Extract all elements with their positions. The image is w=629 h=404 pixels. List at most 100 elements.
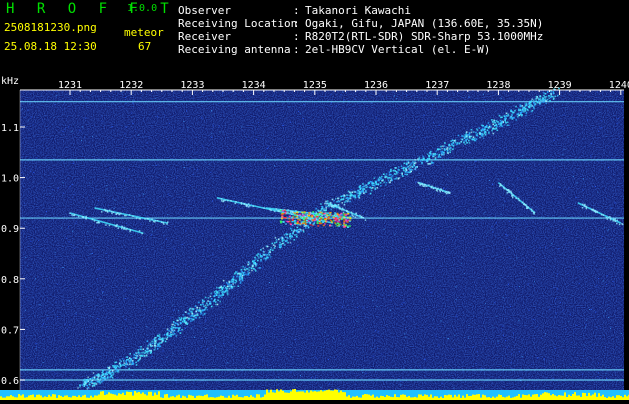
hot-echo-dot xyxy=(296,211,299,214)
noise-speck xyxy=(231,345,233,347)
trace-dot xyxy=(209,301,211,303)
trace-dot xyxy=(96,377,99,380)
noise-speck xyxy=(505,200,506,202)
noise-speck xyxy=(259,154,261,156)
echo-dot xyxy=(106,210,108,212)
trace-dot xyxy=(480,130,483,132)
echo-dot xyxy=(425,185,428,187)
noise-speck xyxy=(567,229,569,231)
trace-dot xyxy=(218,296,220,298)
noise-bar xyxy=(422,396,424,400)
noise-bar xyxy=(110,393,112,400)
trace-dot xyxy=(170,335,172,338)
noise-bar xyxy=(78,395,80,400)
noise-speck xyxy=(153,300,155,302)
trace-dot xyxy=(521,110,524,112)
echo-dot xyxy=(596,210,598,213)
trace-dot xyxy=(178,329,180,331)
noise-speck xyxy=(64,128,66,130)
noise-speck xyxy=(403,302,405,303)
trace-dot xyxy=(552,91,555,93)
trace-dot xyxy=(466,142,468,144)
trace-dot xyxy=(103,375,106,378)
echo-dot xyxy=(273,210,276,213)
trace-dot xyxy=(492,127,495,129)
noise-speck xyxy=(578,283,580,285)
trace-dot xyxy=(232,283,234,285)
trace-dot xyxy=(544,98,547,100)
trace-dot xyxy=(163,334,166,336)
trace-dot xyxy=(102,379,105,382)
noise-speck xyxy=(484,212,486,214)
trace-dot xyxy=(250,267,253,269)
trace-dot xyxy=(264,257,267,260)
trace-dot xyxy=(359,188,361,191)
trace-dot xyxy=(226,293,229,296)
echo-dot xyxy=(527,206,529,209)
trace-dot xyxy=(134,357,137,359)
noise-speck xyxy=(601,236,603,237)
noise-speck xyxy=(355,255,357,256)
noise-speck xyxy=(392,291,394,293)
noise-speck xyxy=(548,222,549,224)
noise-bar xyxy=(458,394,460,400)
echo-dot xyxy=(152,220,155,223)
echo-dot xyxy=(507,189,509,191)
noise-speck xyxy=(513,332,514,334)
noise-bar xyxy=(288,392,290,400)
trace-dot xyxy=(402,167,405,170)
noise-speck xyxy=(482,157,484,159)
noise-speck xyxy=(612,281,614,282)
trace-dot xyxy=(415,162,417,164)
trace-dot xyxy=(373,177,375,179)
trace-dot xyxy=(232,281,234,283)
trace-dot xyxy=(248,262,251,265)
trace-dot xyxy=(85,381,88,383)
noise-bar xyxy=(114,394,116,400)
trace-dot xyxy=(348,191,351,193)
noise-speck xyxy=(587,359,589,361)
trace-dot xyxy=(108,367,110,369)
noise-speck xyxy=(592,236,594,238)
noise-speck xyxy=(337,356,339,358)
noise-speck xyxy=(521,356,523,357)
hot-echo-dot xyxy=(296,213,299,216)
trace-dot xyxy=(357,189,359,192)
echo-dot xyxy=(511,195,513,197)
trace-dot xyxy=(531,98,533,101)
hot-echo-dot xyxy=(338,214,341,216)
trace-dot xyxy=(300,220,302,223)
trace-dot xyxy=(198,301,200,304)
noise-speck xyxy=(503,335,504,337)
trace-dot xyxy=(372,184,375,187)
noise-speck xyxy=(109,333,111,335)
noise-speck xyxy=(68,226,69,228)
trace-dot xyxy=(216,294,218,296)
trace-dot xyxy=(506,115,508,117)
noise-speck xyxy=(312,128,314,130)
noise-speck xyxy=(381,97,383,99)
noise-bar xyxy=(172,396,174,400)
noise-speck xyxy=(510,353,512,355)
noise-bar xyxy=(446,395,448,400)
trace-dot xyxy=(390,168,392,171)
echo-dot xyxy=(115,213,117,215)
trace-dot xyxy=(426,153,429,156)
noise-speck xyxy=(238,204,240,206)
echo-dot xyxy=(442,190,444,193)
hot-echo-dot xyxy=(306,219,308,222)
noise-speck xyxy=(569,313,571,315)
noise-bar xyxy=(280,389,282,400)
noise-speck xyxy=(497,340,499,342)
hot-echo-dot xyxy=(294,210,297,212)
trace-dot xyxy=(461,135,463,137)
echo-dot xyxy=(101,211,103,213)
noise-bar xyxy=(84,394,86,400)
noise-speck xyxy=(589,178,591,180)
noise-speck xyxy=(182,353,184,355)
trace-dot xyxy=(259,266,261,269)
trace-dot xyxy=(133,353,135,356)
trace-dot xyxy=(92,382,95,385)
noise-speck xyxy=(119,385,121,387)
noise-bar xyxy=(48,394,50,400)
